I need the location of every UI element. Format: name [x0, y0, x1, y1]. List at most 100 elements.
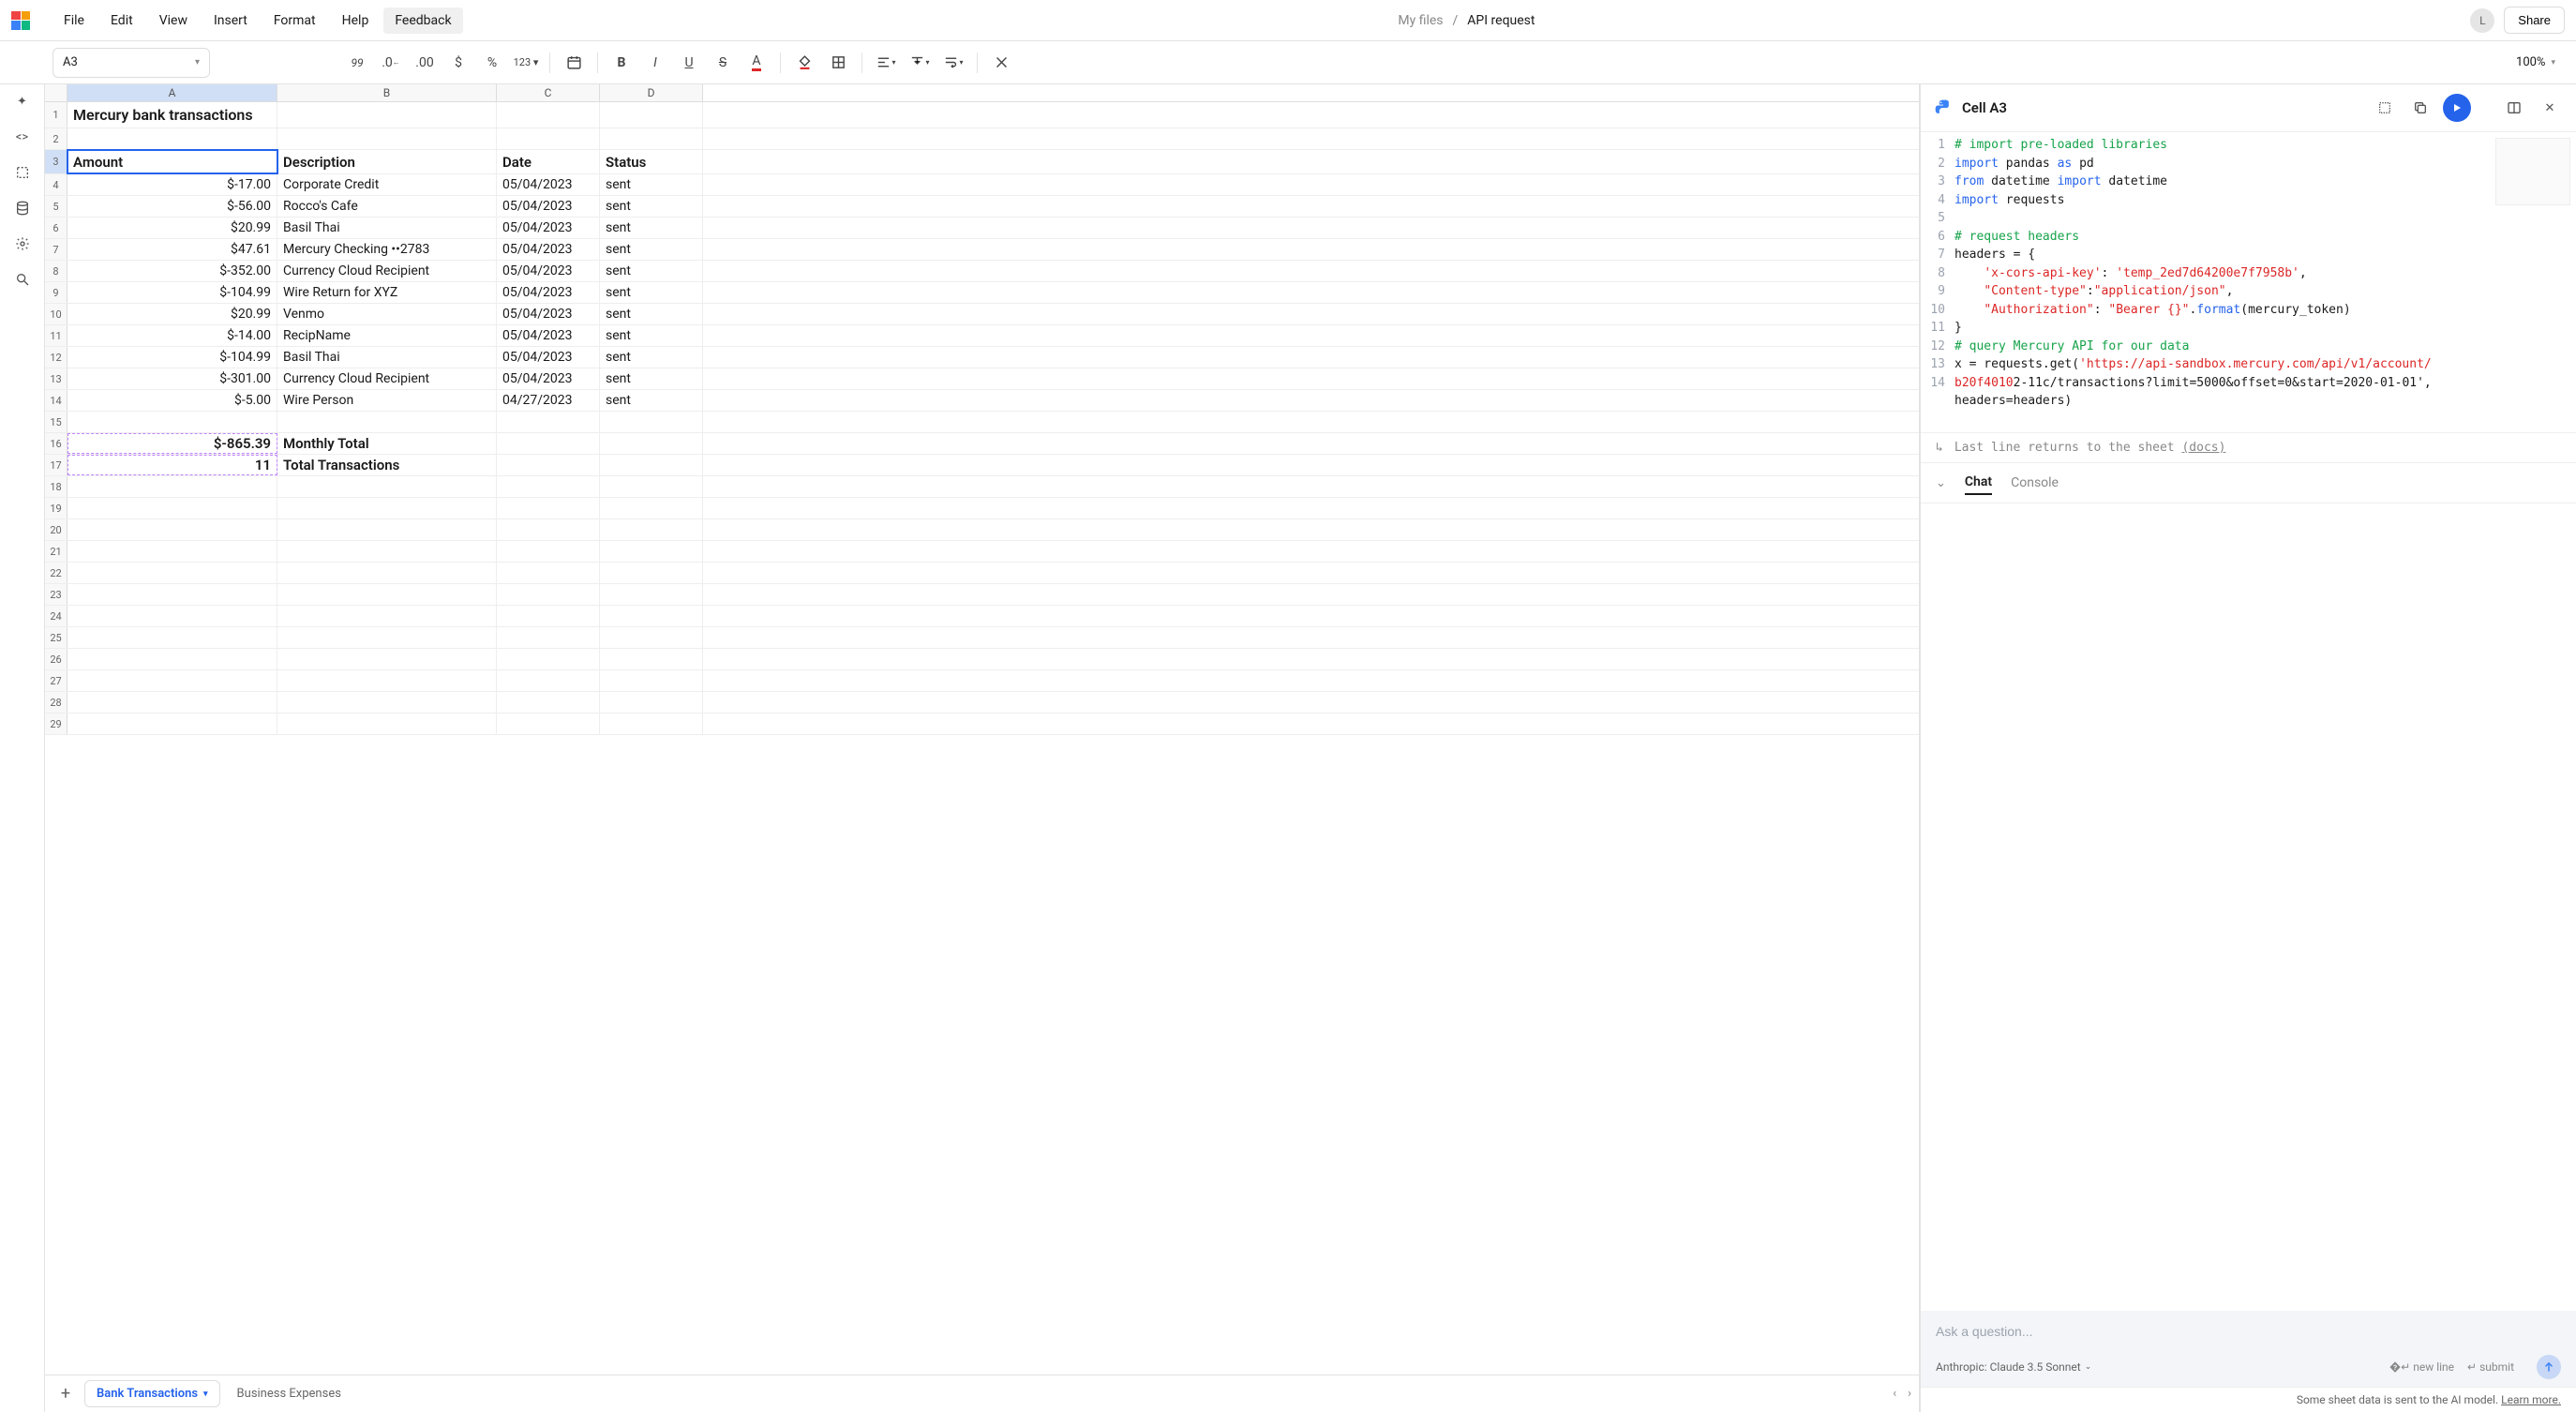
text-wrap-icon[interactable]: ▾ [937, 48, 969, 78]
cell-date[interactable]: 05/04/2023 [497, 239, 600, 260]
code-editor[interactable]: 1234567891011121314 # import pre-loaded … [1921, 132, 2576, 432]
cell-amount[interactable]: $-104.99 [67, 347, 277, 368]
cell-desc[interactable]: Currency Cloud Recipient [277, 261, 497, 281]
cell-desc[interactable]: RecipName [277, 325, 497, 346]
chat-input[interactable] [1936, 1324, 2561, 1339]
cell-status[interactable]: sent [600, 174, 703, 195]
cell-date[interactable]: 05/04/2023 [497, 174, 600, 195]
menu-format[interactable]: Format [262, 8, 327, 34]
menu-edit[interactable]: Edit [99, 8, 144, 34]
total-tx-label[interactable]: Total Transactions [277, 455, 497, 475]
menu-view[interactable]: View [148, 8, 199, 34]
align-horizontal-icon[interactable]: ▾ [870, 48, 902, 78]
cell-status[interactable]: sent [600, 218, 703, 238]
cell-amount[interactable]: $-301.00 [67, 368, 277, 389]
cell-date[interactable]: 05/04/2023 [497, 282, 600, 303]
cell-date[interactable]: 05/04/2023 [497, 261, 600, 281]
menu-insert[interactable]: Insert [202, 8, 259, 34]
tab-next-icon[interactable]: › [1908, 1387, 1911, 1401]
settings-icon[interactable] [13, 234, 32, 253]
split-view-icon[interactable] [2501, 95, 2527, 121]
model-selector[interactable]: Anthropic: Claude 3.5 Sonnet ⌄ [1936, 1360, 2091, 1374]
number-format-auto[interactable]: 99 [341, 48, 373, 78]
italic-icon[interactable]: I [639, 48, 671, 78]
menu-file[interactable]: File [52, 8, 96, 34]
cell-status[interactable]: sent [600, 196, 703, 217]
cell-date[interactable]: 05/04/2023 [497, 325, 600, 346]
cell-amount[interactable]: $-352.00 [67, 261, 277, 281]
col-header-B[interactable]: B [277, 84, 497, 101]
monthly-total-value[interactable]: $-865.39 [67, 433, 277, 454]
tab-prev-icon[interactable]: ‹ [1893, 1387, 1896, 1401]
ai-sparkle-icon[interactable]: ✦ [13, 92, 32, 111]
docs-link[interactable]: (docs) [2181, 441, 2225, 455]
chevron-down-icon[interactable]: ⌄ [1936, 476, 1946, 490]
avatar[interactable]: L [2470, 8, 2494, 33]
tab-chat[interactable]: Chat [1965, 471, 1992, 495]
borders-icon[interactable] [822, 48, 854, 78]
align-vertical-icon[interactable]: ▾ [904, 48, 936, 78]
cell-status[interactable]: sent [600, 261, 703, 281]
cell-amount[interactable]: $20.99 [67, 218, 277, 238]
text-color-icon[interactable]: A [741, 48, 772, 78]
cell-status[interactable]: sent [600, 304, 703, 324]
cell-date[interactable]: 05/04/2023 [497, 368, 600, 389]
number-format-icon[interactable]: 123 ▾ [510, 48, 542, 78]
copy-icon[interactable] [2407, 95, 2434, 121]
learn-more-link[interactable]: Learn more. [2501, 1393, 2561, 1406]
select-icon[interactable] [13, 163, 32, 182]
total-tx-value[interactable]: 11 [67, 455, 277, 475]
underline-icon[interactable]: U [673, 48, 705, 78]
clear-format-icon[interactable] [985, 48, 1017, 78]
breadcrumb-current[interactable]: API request [1467, 13, 1535, 28]
currency-icon[interactable]: $ [442, 48, 474, 78]
cell-desc[interactable]: Venmo [277, 304, 497, 324]
cell-amount[interactable]: $47.61 [67, 239, 277, 260]
cell-amount[interactable]: $20.99 [67, 304, 277, 324]
share-button[interactable]: Share [2504, 7, 2565, 34]
header-amount[interactable]: Amount [67, 150, 277, 173]
cell-status[interactable]: sent [600, 325, 703, 346]
cell-desc[interactable]: Wire Return for XYZ [277, 282, 497, 303]
send-button[interactable] [2537, 1355, 2561, 1379]
strikethrough-icon[interactable]: S [707, 48, 739, 78]
cell-desc[interactable]: Rocco's Cafe [277, 196, 497, 217]
collapse-icon[interactable] [2372, 95, 2398, 121]
col-header-A[interactable]: A [67, 84, 277, 101]
app-logo[interactable] [11, 11, 30, 30]
cell-amount[interactable]: $-104.99 [67, 282, 277, 303]
increase-decimal-icon[interactable]: .00 [409, 48, 441, 78]
cell-status[interactable]: sent [600, 368, 703, 389]
cell-amount[interactable]: $-5.00 [67, 390, 277, 411]
search-icon[interactable] [13, 270, 32, 289]
breadcrumb-root[interactable]: My files [1398, 13, 1443, 28]
cell-desc[interactable]: Mercury Checking ••2783 [277, 239, 497, 260]
date-format-icon[interactable] [558, 48, 590, 78]
decrease-decimal-icon[interactable]: .0← [375, 48, 407, 78]
cell-desc[interactable]: Currency Cloud Recipient [277, 368, 497, 389]
run-button[interactable] [2443, 94, 2471, 122]
sheet-tab-expenses[interactable]: Business Expenses [226, 1381, 352, 1406]
cell-desc[interactable]: Corporate Credit [277, 174, 497, 195]
code-icon[interactable]: <> [13, 128, 32, 146]
sheet-title[interactable]: Mercury bank transactions [67, 102, 277, 128]
sheet-tab-bank[interactable]: Bank Transactions ▾ [84, 1380, 220, 1407]
menu-feedback[interactable]: Feedback [383, 8, 462, 34]
spreadsheet-grid[interactable]: A B C D 1Mercury bank transactions 2 3 A… [45, 84, 1919, 1374]
fill-color-icon[interactable] [788, 48, 820, 78]
cell-amount[interactable]: $-56.00 [67, 196, 277, 217]
bold-icon[interactable]: B [606, 48, 637, 78]
monthly-total-label[interactable]: Monthly Total [277, 433, 497, 454]
cell-date[interactable]: 05/04/2023 [497, 347, 600, 368]
cell-date[interactable]: 05/04/2023 [497, 196, 600, 217]
cell-status[interactable]: sent [600, 282, 703, 303]
cell-date[interactable]: 04/27/2023 [497, 390, 600, 411]
cell-status[interactable]: sent [600, 239, 703, 260]
close-icon[interactable]: ✕ [2537, 95, 2563, 121]
header-status[interactable]: Status [600, 150, 703, 173]
cell-reference-input[interactable]: A3▾ [52, 48, 210, 78]
col-header-C[interactable]: C [497, 84, 600, 101]
zoom-select[interactable]: 100% ▾ [2507, 52, 2565, 73]
cell-status[interactable]: sent [600, 390, 703, 411]
tab-console[interactable]: Console [2011, 472, 2059, 494]
